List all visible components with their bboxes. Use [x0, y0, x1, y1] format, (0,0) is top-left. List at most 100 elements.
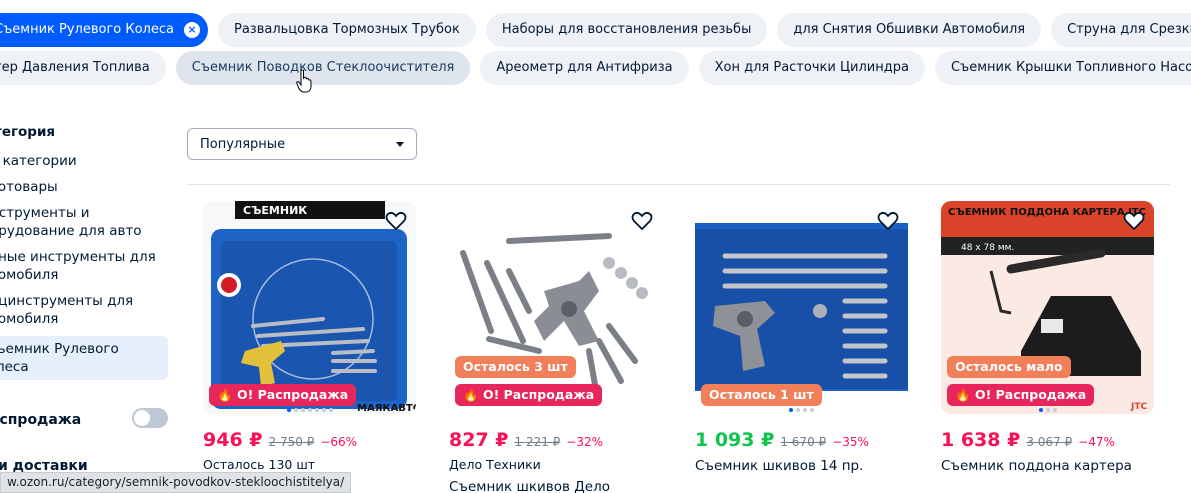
pager-dot: [307, 408, 312, 412]
chip-hovered[interactable]: Съемник Поводков Стеклоочистителя: [175, 51, 471, 85]
stock-badge: Осталось 3 шт: [455, 356, 576, 378]
image-pager-dots: [941, 408, 1154, 412]
heart-icon[interactable]: [1122, 209, 1146, 233]
price: 946 ₽: [203, 429, 263, 451]
fire-icon: 🔥: [463, 387, 479, 402]
product-title[interactable]: Съемник шкивов Дело: [449, 478, 664, 493]
chip-label: тер Давления Топлива: [0, 60, 150, 75]
old-price: 3 067 ₽: [1026, 435, 1073, 449]
sale-badge-label: О! Распродажа: [482, 387, 595, 402]
old-price: 1 670 ₽: [780, 435, 827, 449]
product-image[interactable]: Осталось 1 шт: [695, 201, 908, 414]
chip-label: Развальцовка Тормозных Трубок: [233, 22, 460, 37]
stock-text: Осталось 130 шт: [203, 457, 316, 472]
close-icon[interactable]: ×: [183, 22, 200, 38]
stock-badge: Осталось 1 шт: [701, 384, 822, 406]
hand-cursor-icon: [296, 69, 312, 93]
pager-dot: [300, 408, 305, 412]
chip[interactable]: Струна для Срезки Стекол: [1051, 13, 1191, 47]
heart-icon[interactable]: [630, 209, 654, 233]
chip-label: Ареометр для Антифриза: [496, 60, 673, 75]
sidebar-item[interactable]: е категории: [0, 152, 168, 170]
product-image[interactable]: Осталось 3 шт 🔥 О! Распродажа: [449, 201, 662, 414]
discount: −32%: [566, 435, 604, 449]
product-image[interactable]: СЪЕМНИК ПОДДОНА КАРТЕРА JTC 48 х 78 мм. …: [941, 201, 1154, 414]
pager-dot: [1045, 408, 1050, 412]
sidebar-item[interactable]: нструменты и орудование для авто: [0, 204, 168, 240]
product-card[interactable]: СЪЕМНИК МАЯКАВТО 🔥 О! Распродажа 946 ₽ 2…: [203, 201, 418, 472]
pager-dot: [286, 408, 291, 412]
discount: −66%: [320, 435, 358, 449]
image-pager-dots: [203, 408, 416, 412]
chip-label: Съемник Крышки Топливного Насоса: [950, 60, 1191, 75]
price: 827 ₽: [449, 429, 509, 451]
sale-toggle[interactable]: [132, 408, 168, 428]
brand-name: Дело Техники: [449, 457, 541, 472]
pager-dot: [321, 408, 326, 412]
chip[interactable]: Съемник Крышки Топливного Насоса: [934, 51, 1191, 85]
pager-dot: [1038, 408, 1043, 412]
chevron-down-icon: [396, 141, 404, 147]
image-size-text: 48 х 78 мм.: [961, 243, 1014, 253]
image-banner-text: СЪЕМНИК: [243, 204, 307, 217]
chip-row-2: тер Давления Топлива Съемник Поводков Ст…: [0, 49, 1191, 87]
price: 1 093 ₽: [695, 429, 775, 451]
chip-label: Съемник Рулевого Колеса: [0, 22, 174, 37]
pager-dot: [789, 408, 793, 412]
chip-label: Струна для Срезки Стекол: [1067, 22, 1191, 37]
chip[interactable]: Развальцовка Тормозных Трубок: [217, 13, 476, 47]
price-row: 1 093 ₽ 1 670 ₽ −35%: [695, 429, 910, 451]
price-row: 946 ₽ 2 750 ₽ −66%: [203, 429, 418, 451]
product-title[interactable]: Съемник поддона картера: [941, 457, 1156, 475]
chip-label: Съемник Поводков Стеклоочистителя: [191, 60, 455, 75]
stock-badge: Осталось мало: [947, 356, 1071, 378]
sort-select[interactable]: Популярные: [187, 128, 417, 160]
product-card[interactable]: Осталось 3 шт 🔥 О! Распродажа 827 ₽ 1 22…: [449, 201, 664, 493]
pager-dot: [810, 408, 814, 412]
heart-icon[interactable]: [876, 209, 900, 233]
sidebar-item-selected[interactable]: ъемник Рулевого леса: [0, 336, 168, 380]
chip-active[interactable]: Съемник Рулевого Колеса ×: [0, 13, 208, 47]
pager-dot: [328, 408, 333, 412]
chip[interactable]: Ареометр для Антифриза: [480, 51, 689, 85]
status-bar-url: w.ozon.ru/category/semnik-povodkov-stekl…: [0, 472, 352, 493]
discount: −35%: [832, 435, 869, 449]
product-card[interactable]: Осталось 1 шт 1 093 ₽ 1 670 ₽ −35% Съемн…: [695, 201, 910, 475]
divider: [187, 184, 1170, 185]
sale-badge: 🔥 О! Распродажа: [947, 384, 1095, 406]
old-price: 2 750 ₽: [268, 435, 315, 449]
sidebar-item[interactable]: чные инструменты для томобиля: [0, 248, 168, 284]
sidebar-item[interactable]: ецинструменты для томобиля: [0, 292, 168, 328]
pager-dot: [1052, 408, 1057, 412]
old-price: 1 221 ₽: [514, 435, 561, 449]
sale-badge: 🔥 О! Распродажа: [209, 384, 357, 406]
pager-dot: [796, 408, 800, 412]
image-title-text: СЪЕМНИК ПОДДОНА КАРТЕРА JTC: [948, 207, 1146, 218]
chip-label: Наборы для восстановления резьбы: [501, 22, 752, 37]
sale-badge: 🔥 О! Распродажа: [455, 384, 603, 406]
chip-label: Хон для Расточки Цилиндра: [714, 60, 909, 75]
chip[interactable]: для Снятия Обшивки Автомобиля: [777, 13, 1042, 47]
chip[interactable]: Хон для Расточки Цилиндра: [698, 51, 925, 85]
sale-badge-label: О! Распродажа: [974, 387, 1087, 402]
price-row: 827 ₽ 1 221 ₽ −32%: [449, 429, 664, 451]
product-title[interactable]: Съемник шкивов 14 пр.: [695, 457, 910, 475]
chip[interactable]: Наборы для восстановления резьбы: [485, 13, 768, 47]
heart-icon[interactable]: [384, 209, 408, 233]
pager-dot: [803, 408, 807, 412]
sort-value: Популярные: [200, 136, 286, 152]
chip-row-1: Съемник Рулевого Колеса × Развальцовка Т…: [0, 11, 1191, 49]
chip-label: для Снятия Обшивки Автомобиля: [793, 22, 1026, 37]
toggle-knob: [134, 410, 150, 426]
product-card[interactable]: СЪЕМНИК ПОДДОНА КАРТЕРА JTC 48 х 78 мм. …: [941, 201, 1156, 475]
sale-badge-label: О! Распродажа: [236, 387, 349, 402]
page: Съемник Рулевого Колеса × Развальцовка Т…: [0, 0, 1191, 493]
discount: −47%: [1078, 435, 1115, 449]
sale-toggle-label: аспродажа: [0, 412, 82, 428]
sidebar-item[interactable]: тотовары: [0, 178, 168, 196]
chip[interactable]: тер Давления Топлива: [0, 51, 166, 85]
product-image[interactable]: СЪЕМНИК МАЯКАВТО 🔥 О! Распродажа: [203, 201, 416, 414]
pager-dot: [314, 408, 319, 412]
pager-dot: [293, 408, 298, 412]
sidebar-title: тегория: [0, 124, 56, 140]
